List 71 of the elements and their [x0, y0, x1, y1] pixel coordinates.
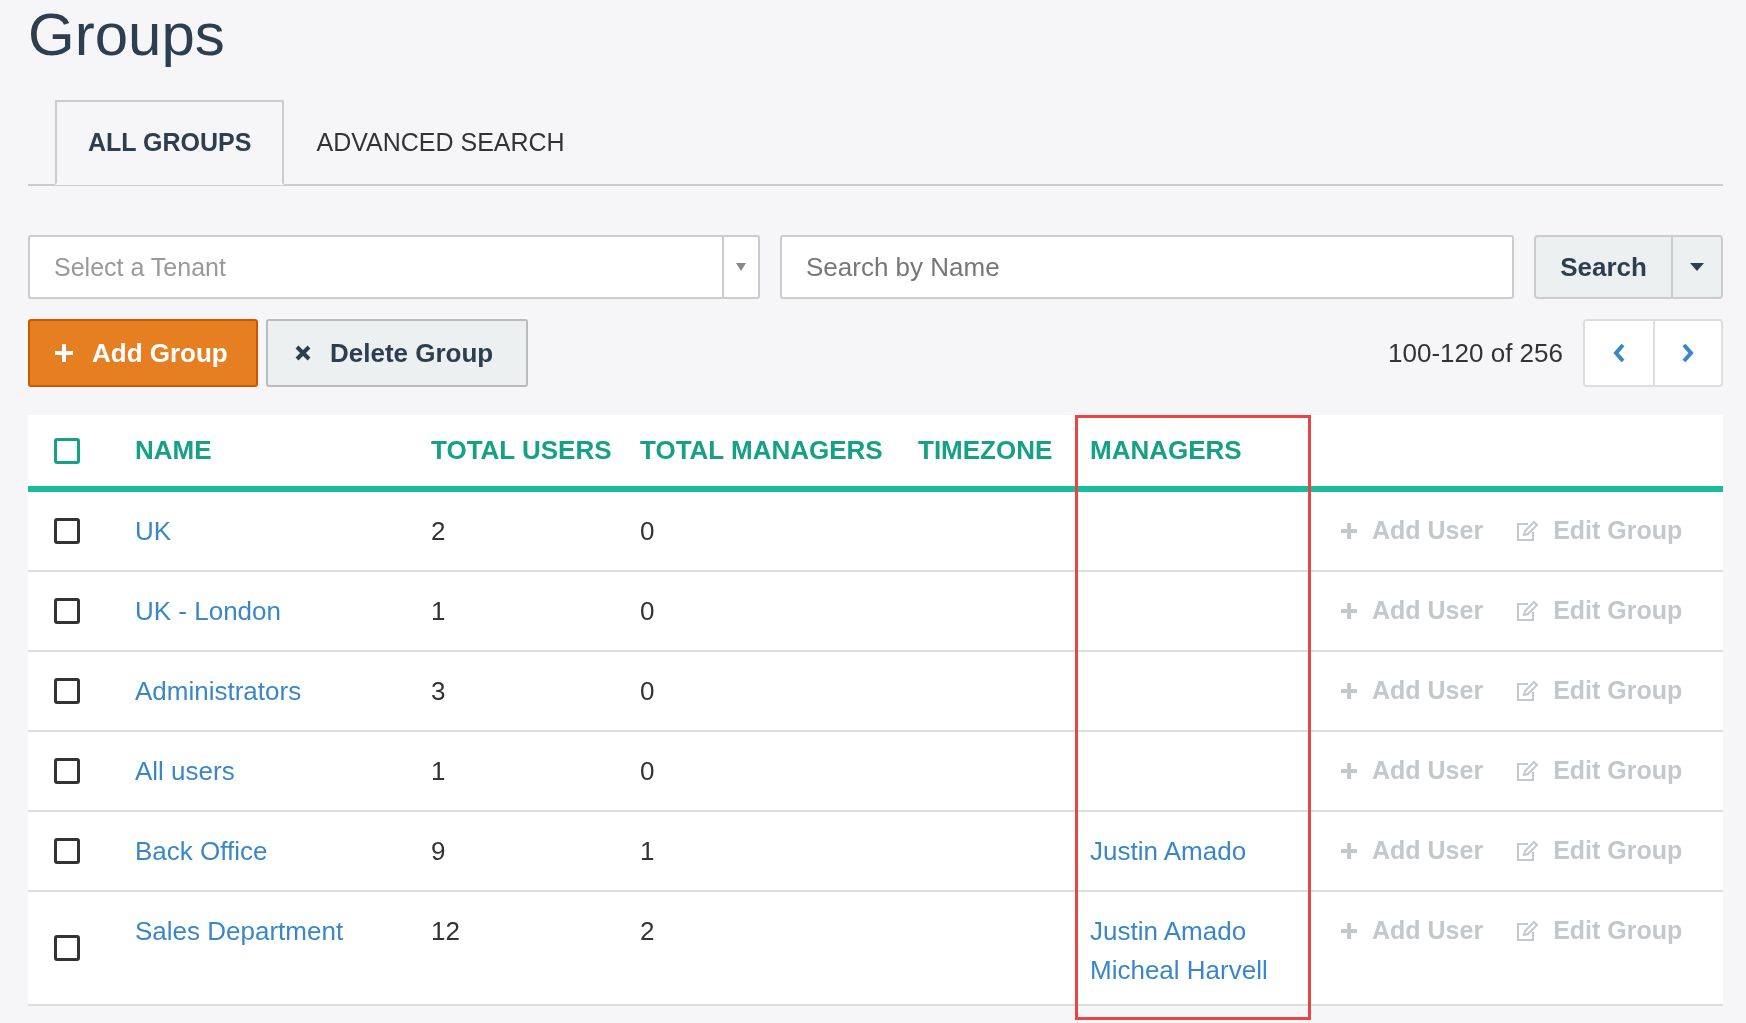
edit-icon — [1515, 919, 1540, 942]
select-all-checkbox[interactable] — [54, 437, 80, 464]
caret-icon — [1690, 263, 1704, 271]
edit-group-link[interactable]: Edit Group — [1515, 836, 1683, 865]
plus-icon — [1340, 921, 1358, 940]
row-checkbox[interactable] — [54, 838, 80, 864]
chevron-right-icon — [1681, 342, 1695, 364]
group-name-link[interactable]: Administrators — [135, 676, 302, 706]
manager-link[interactable]: Justin Amado — [1090, 836, 1311, 867]
total-users-cell: 12 — [431, 916, 460, 946]
plus-icon — [1340, 761, 1358, 780]
edit-group-link[interactable]: Edit Group — [1515, 596, 1683, 625]
tenant-select[interactable]: Select a Tenant — [28, 235, 722, 299]
group-name-link[interactable]: All users — [135, 756, 235, 786]
edit-icon — [1515, 839, 1540, 862]
page-title: Groups — [28, 0, 226, 70]
column-header[interactable]: MANAGERS — [1075, 415, 1311, 486]
add-user-link[interactable]: Add User — [1340, 596, 1484, 625]
group-name-link[interactable]: Sales Department — [135, 916, 344, 946]
column-header[interactable]: TIMEZONE — [918, 415, 1075, 486]
plus-icon — [1340, 841, 1358, 860]
add-user-link[interactable]: Add User — [1340, 676, 1484, 705]
total-users-cell: 3 — [431, 676, 446, 706]
pagination-range: 100-120 of 256 — [1388, 337, 1563, 369]
total-users-cell: 1 — [431, 756, 446, 786]
edit-icon — [1515, 759, 1540, 782]
row-checkbox[interactable] — [54, 518, 80, 544]
edit-group-link[interactable]: Edit Group — [1515, 516, 1683, 545]
total-users-cell: 9 — [431, 836, 446, 866]
edit-icon — [1515, 599, 1540, 622]
group-name-link[interactable]: Back Office — [135, 836, 268, 866]
edit-icon — [1515, 679, 1540, 702]
total-managers-cell: 0 — [640, 516, 655, 546]
search-field[interactable]: Search by Name — [780, 235, 1514, 299]
total-managers-cell: 0 — [640, 676, 655, 706]
tab[interactable]: ADVANCED SEARCH — [284, 100, 597, 185]
row-checkbox[interactable] — [54, 758, 80, 784]
row-checkbox[interactable] — [54, 935, 80, 961]
column-header[interactable]: NAME — [135, 415, 431, 486]
edit-group-link[interactable]: Edit Group — [1515, 916, 1683, 945]
manager-link[interactable]: Micheal Harvell — [1090, 955, 1311, 986]
column-header[interactable]: TOTAL USERS — [431, 415, 640, 486]
total-managers-cell: 2 — [640, 916, 655, 946]
add-user-link[interactable]: Add User — [1340, 516, 1484, 545]
plus-icon — [1340, 521, 1358, 540]
dropdown-arrow-icon — [735, 262, 747, 272]
column-header[interactable]: TOTAL MANAGERS — [640, 415, 918, 486]
total-managers-cell: 0 — [640, 756, 655, 786]
group-name-link[interactable]: UK - London — [135, 596, 281, 626]
total-managers-cell: 1 — [640, 836, 655, 866]
chevron-left-icon — [1612, 342, 1626, 364]
total-users-cell: 2 — [431, 516, 446, 546]
tab[interactable]: ALL GROUPS — [55, 100, 285, 185]
manager-link[interactable]: Justin Amado — [1090, 916, 1311, 947]
row-checkbox[interactable] — [54, 598, 80, 624]
row-checkbox[interactable] — [54, 678, 80, 704]
add-group-button[interactable]: Add Group — [28, 319, 258, 387]
edit-group-link[interactable]: Edit Group — [1515, 756, 1683, 785]
edit-group-link[interactable]: Edit Group — [1515, 676, 1683, 705]
add-user-link[interactable]: Add User — [1340, 836, 1484, 865]
total-managers-cell: 0 — [640, 596, 655, 626]
plus-icon — [1340, 601, 1358, 620]
plus-icon — [1340, 681, 1358, 700]
delete-group-button[interactable]: Delete Group — [266, 319, 528, 387]
add-user-link[interactable]: Add User — [1340, 756, 1484, 785]
close-icon — [294, 344, 312, 362]
edit-icon — [1515, 519, 1540, 542]
group-name-link[interactable]: UK — [135, 516, 172, 546]
add-user-link[interactable]: Add User — [1340, 916, 1484, 945]
total-users-cell: 1 — [431, 596, 446, 626]
plus-icon — [54, 343, 74, 363]
